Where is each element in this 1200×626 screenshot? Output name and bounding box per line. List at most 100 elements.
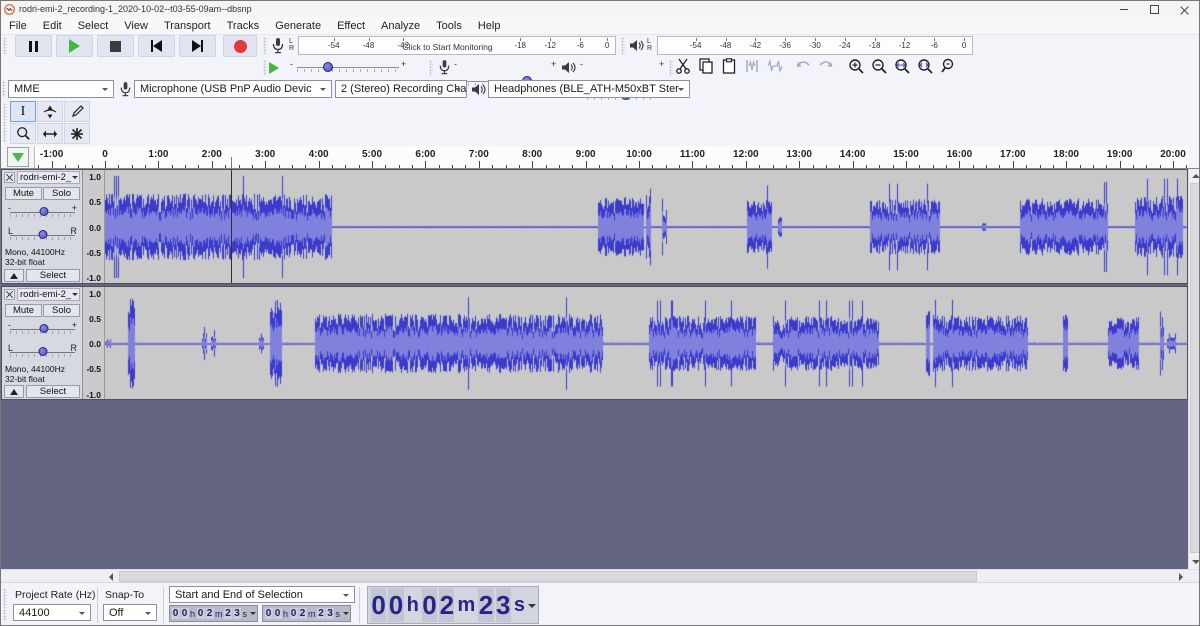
menu-transport[interactable]: Transport: [156, 19, 219, 33]
track-control-panel-2[interactable]: rodri-emi-2_ Mute Solo - + L R Mono, 441…: [2, 287, 83, 399]
time-digit[interactable]: 3: [326, 608, 334, 619]
time-digit[interactable]: 2: [299, 608, 307, 619]
track-2-name[interactable]: rodri-emi-2_: [17, 288, 80, 301]
recording-device-select[interactable]: Microphone (USB PnP Audio Devic: [134, 80, 332, 98]
track-1-select-button[interactable]: Select: [26, 269, 80, 282]
horizontal-scrollbar[interactable]: [1, 569, 1200, 582]
time-digit[interactable]: 2: [206, 608, 214, 619]
time-digit[interactable]: 3: [496, 588, 511, 622]
menu-tracks[interactable]: Tracks: [219, 19, 268, 33]
playback-device-select[interactable]: Headphones (BLE_ATH-M50xBT Ster: [488, 80, 690, 98]
track-2-gain-thumb[interactable]: [40, 324, 49, 333]
track-2-gain-slider[interactable]: - +: [4, 320, 81, 336]
track-1-gain-thumb[interactable]: [40, 207, 49, 216]
scroll-down-button[interactable]: [1189, 556, 1200, 569]
tools-grip[interactable]: [3, 103, 7, 143]
project-rate-select[interactable]: 44100: [13, 604, 91, 621]
paste-button[interactable]: [721, 58, 742, 78]
time-digit[interactable]: 0: [274, 608, 282, 619]
audio-track-1[interactable]: 1.00.50.0-0.5-1.0 rodri-emi-2_ Mute Solo…: [1, 169, 1188, 284]
selection-tool-button[interactable]: I: [10, 101, 36, 122]
device-grip[interactable]: [2, 81, 6, 97]
silence-audio-button[interactable]: [767, 58, 788, 78]
undo-button[interactable]: [794, 58, 815, 78]
time-digit[interactable]: 0: [172, 608, 180, 619]
draw-tool-button[interactable]: [64, 101, 90, 122]
menu-edit[interactable]: Edit: [35, 19, 70, 33]
track-1-pan-thumb[interactable]: [38, 230, 47, 239]
track-1-name[interactable]: rodri-emi-2_: [17, 171, 80, 184]
play-meter-grip[interactable]: [621, 37, 625, 54]
envelope-tool-button[interactable]: [37, 101, 63, 122]
record-meter-grip[interactable]: [263, 37, 267, 54]
horizontal-scrollbar-thumb[interactable]: [119, 571, 977, 582]
skip-to-end-button[interactable]: [179, 35, 216, 57]
play-speed-slider-thumb[interactable]: [323, 62, 333, 72]
menu-analyze[interactable]: Analyze: [373, 19, 428, 33]
track-2-select-button[interactable]: Select: [26, 385, 80, 398]
vertical-scrollbar-thumb[interactable]: [1190, 183, 1200, 553]
zoom-out-button[interactable]: [871, 58, 892, 78]
time-digit[interactable]: 0: [181, 608, 189, 619]
selection-toolbar-grip[interactable]: [3, 588, 7, 622]
time-digit[interactable]: 0: [197, 608, 205, 619]
trim-audio-button[interactable]: [744, 58, 765, 78]
track-2-pan-thumb[interactable]: [38, 347, 47, 356]
waveform-canvas-track-2[interactable]: [105, 288, 1188, 399]
audio-track-2[interactable]: 1.00.50.0-0.5-1.0 rodri-emi-2_ Mute Solo…: [1, 286, 1188, 400]
audio-host-select[interactable]: MME: [8, 80, 114, 98]
waveform-area-track-2[interactable]: [105, 287, 1186, 399]
track-control-panel-1[interactable]: rodri-emi-2_ Mute Solo - + L R Mono, 441…: [2, 170, 83, 283]
time-shift-tool-button[interactable]: [37, 123, 63, 144]
minimize-button[interactable]: [1109, 1, 1139, 17]
play-speed-grip[interactable]: [263, 60, 267, 76]
fit-selection-button[interactable]: [894, 58, 915, 78]
track-2-mute-button[interactable]: Mute: [5, 304, 42, 317]
time-digit[interactable]: 0: [290, 608, 298, 619]
time-digit[interactable]: 3: [233, 608, 241, 619]
playback-meter[interactable]: -54-48-42-36-30-24-18-12-60: [657, 36, 973, 55]
edit-toolbar-grip[interactable]: [669, 60, 673, 76]
track-1-collapse-button[interactable]: [4, 269, 24, 282]
track-1-close-button[interactable]: [4, 172, 15, 183]
copy-button[interactable]: [698, 58, 719, 78]
skip-to-start-button[interactable]: [138, 35, 175, 57]
menu-select[interactable]: Select: [70, 19, 117, 33]
menu-tools[interactable]: Tools: [428, 19, 470, 33]
time-digit[interactable]: 2: [478, 588, 493, 622]
track-1-gain-slider[interactable]: - +: [4, 203, 81, 219]
track-1-solo-button[interactable]: Solo: [43, 187, 80, 200]
selection-start-field[interactable]: 00h02m23s: [169, 605, 258, 622]
zoom-toggle-button[interactable]: [940, 58, 961, 78]
snap-to-select[interactable]: Off: [103, 604, 157, 621]
fit-project-button[interactable]: [917, 58, 938, 78]
cut-button[interactable]: [675, 58, 696, 78]
selection-mode-select[interactable]: Start and End of Selection: [169, 586, 355, 603]
timeline-pin-button[interactable]: [7, 147, 29, 167]
vertical-scrollbar[interactable]: [1188, 169, 1200, 569]
maximize-button[interactable]: [1139, 1, 1169, 17]
menu-help[interactable]: Help: [470, 19, 509, 33]
mixer-grip[interactable]: [429, 60, 433, 76]
timeline-ruler[interactable]: -1:0001:002:003:004:005:006:007:008:009:…: [34, 146, 1189, 168]
time-digit[interactable]: 2: [317, 608, 325, 619]
pause-button[interactable]: [15, 35, 52, 57]
menu-effect[interactable]: Effect: [329, 19, 373, 33]
time-digit[interactable]: 0: [371, 588, 386, 622]
audio-position-display[interactable]: 00h02m23s: [367, 586, 539, 624]
waveform-area-track-1[interactable]: [105, 170, 1186, 283]
close-button[interactable]: [1169, 1, 1199, 17]
play-at-speed-button[interactable]: [269, 60, 285, 76]
track-1-pan-slider[interactable]: L R: [4, 226, 81, 242]
transport-grip[interactable]: [3, 37, 7, 54]
redo-button[interactable]: [817, 58, 838, 78]
track-2-close-button[interactable]: [4, 289, 15, 300]
selection-end-field[interactable]: 00h02m23s: [262, 605, 351, 622]
time-digit[interactable]: 0: [388, 588, 403, 622]
multi-tool-button[interactable]: [64, 123, 90, 144]
time-digit[interactable]: 2: [439, 588, 454, 622]
time-digit[interactable]: 2: [224, 608, 232, 619]
time-digit[interactable]: 0: [265, 608, 273, 619]
zoom-in-button[interactable]: [848, 58, 869, 78]
menu-file[interactable]: File: [1, 19, 35, 33]
